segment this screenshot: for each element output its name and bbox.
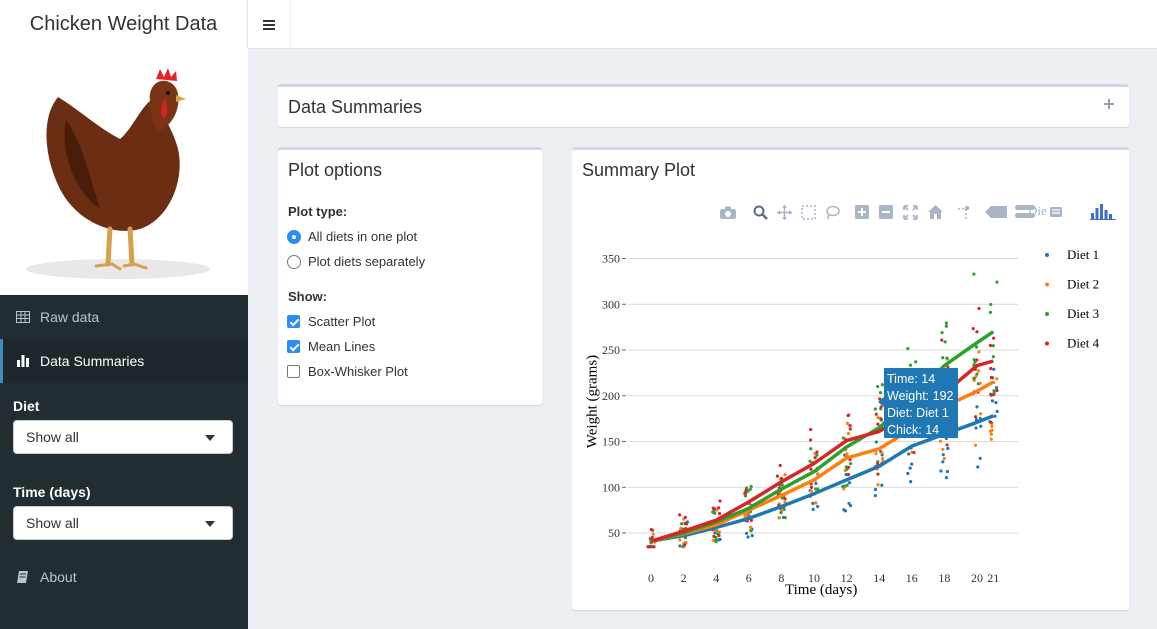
plot-type-label: Plot type:	[288, 204, 348, 219]
diet-label: Diet	[13, 398, 40, 414]
sidebar-toggle-button[interactable]	[248, 0, 291, 49]
spike-lines-icon[interactable]	[955, 204, 973, 220]
box-select-icon[interactable]	[799, 204, 817, 220]
checkbox-checked[interactable]	[287, 340, 300, 353]
zoom-in-icon[interactable]	[853, 204, 871, 220]
home-icon[interactable]	[926, 204, 944, 220]
time-select[interactable]: Show all	[13, 506, 233, 540]
time-label: Time (days)	[13, 484, 91, 500]
app-title: Chicken Weight Data	[0, 0, 248, 49]
checkbox-box-whisker[interactable]: Box-Whisker Plot	[287, 364, 408, 379]
app-title-text: Chicken Weight Data	[29, 13, 218, 35]
caret-down-icon	[205, 435, 215, 441]
plotly-logo-icon[interactable]	[1090, 204, 1116, 220]
radio-separate-diets[interactable]: Plot diets separately	[287, 254, 425, 269]
sidebar-item-label: Data Summaries	[40, 353, 145, 369]
x-axis-label: Time (days)	[785, 582, 858, 598]
zoom-icon[interactable]	[751, 204, 769, 220]
show-label: Show:	[288, 289, 327, 304]
book-icon	[16, 570, 30, 584]
sidebar-item-label: Raw data	[40, 309, 100, 325]
box-title: Plot options	[288, 160, 383, 180]
radio-label: All diets in one plot	[308, 229, 418, 244]
hamburger-icon	[263, 23, 275, 26]
chicken-illustration	[26, 68, 210, 279]
checkbox-label: Mean Lines	[308, 339, 376, 354]
checkbox-label: Box-Whisker Plot	[308, 364, 408, 379]
sidebar-item-data-summaries[interactable]: Data Summaries	[0, 339, 248, 383]
hover-closest-icon[interactable]	[984, 204, 1008, 220]
sidebar: Raw data Data Summaries Diet Show all Ti…	[0, 49, 248, 629]
top-navbar	[248, 0, 1157, 49]
pan-icon[interactable]	[775, 204, 793, 220]
caret-down-icon	[205, 521, 215, 527]
sidebar-item-raw-data[interactable]: Raw data	[0, 295, 248, 339]
checkbox-label: Scatter Plot	[308, 314, 376, 329]
checkbox-checked[interactable]	[287, 315, 300, 328]
bar-chart-icon	[16, 354, 30, 368]
checkbox-unchecked[interactable]	[287, 365, 300, 378]
sidebar-item-label: About	[40, 569, 77, 585]
box-title: Summary Plot	[582, 160, 696, 180]
camera-icon[interactable]	[719, 204, 737, 220]
summary-plot-box: Summary Plot	[572, 147, 1129, 610]
diet-select-value: Show all	[26, 429, 79, 445]
data-summaries-box: Data Summaries	[278, 84, 1129, 127]
radio-unselected[interactable]	[287, 254, 301, 269]
autoscale-icon[interactable]	[901, 204, 919, 220]
diet-select[interactable]: Show all	[13, 420, 233, 454]
toggle-legend-icon[interactable]	[1048, 204, 1066, 220]
plot-options-box: Plot options Plot type: All diets in one…	[278, 147, 542, 405]
radio-all-diets[interactable]: All diets in one plot	[287, 229, 417, 244]
expand-plus-icon[interactable]	[1104, 99, 1114, 109]
checkbox-scatter-plot[interactable]: Scatter Plot	[287, 314, 375, 329]
y-axis-label: Weight (grams)	[584, 354, 601, 449]
radio-selected[interactable]	[287, 229, 301, 244]
zoom-out-icon[interactable]	[877, 204, 895, 220]
sidebar-item-about[interactable]: About	[0, 555, 248, 599]
hover-compare-icon[interactable]	[1014, 204, 1038, 220]
chicken-image	[0, 49, 248, 295]
checkbox-mean-lines[interactable]: Mean Lines	[287, 339, 375, 354]
radio-label: Plot diets separately	[308, 254, 426, 269]
table-icon	[16, 310, 30, 324]
time-select-value: Show all	[26, 515, 79, 531]
lasso-select-icon[interactable]	[823, 204, 841, 220]
box-title: Data Summaries	[288, 97, 423, 117]
